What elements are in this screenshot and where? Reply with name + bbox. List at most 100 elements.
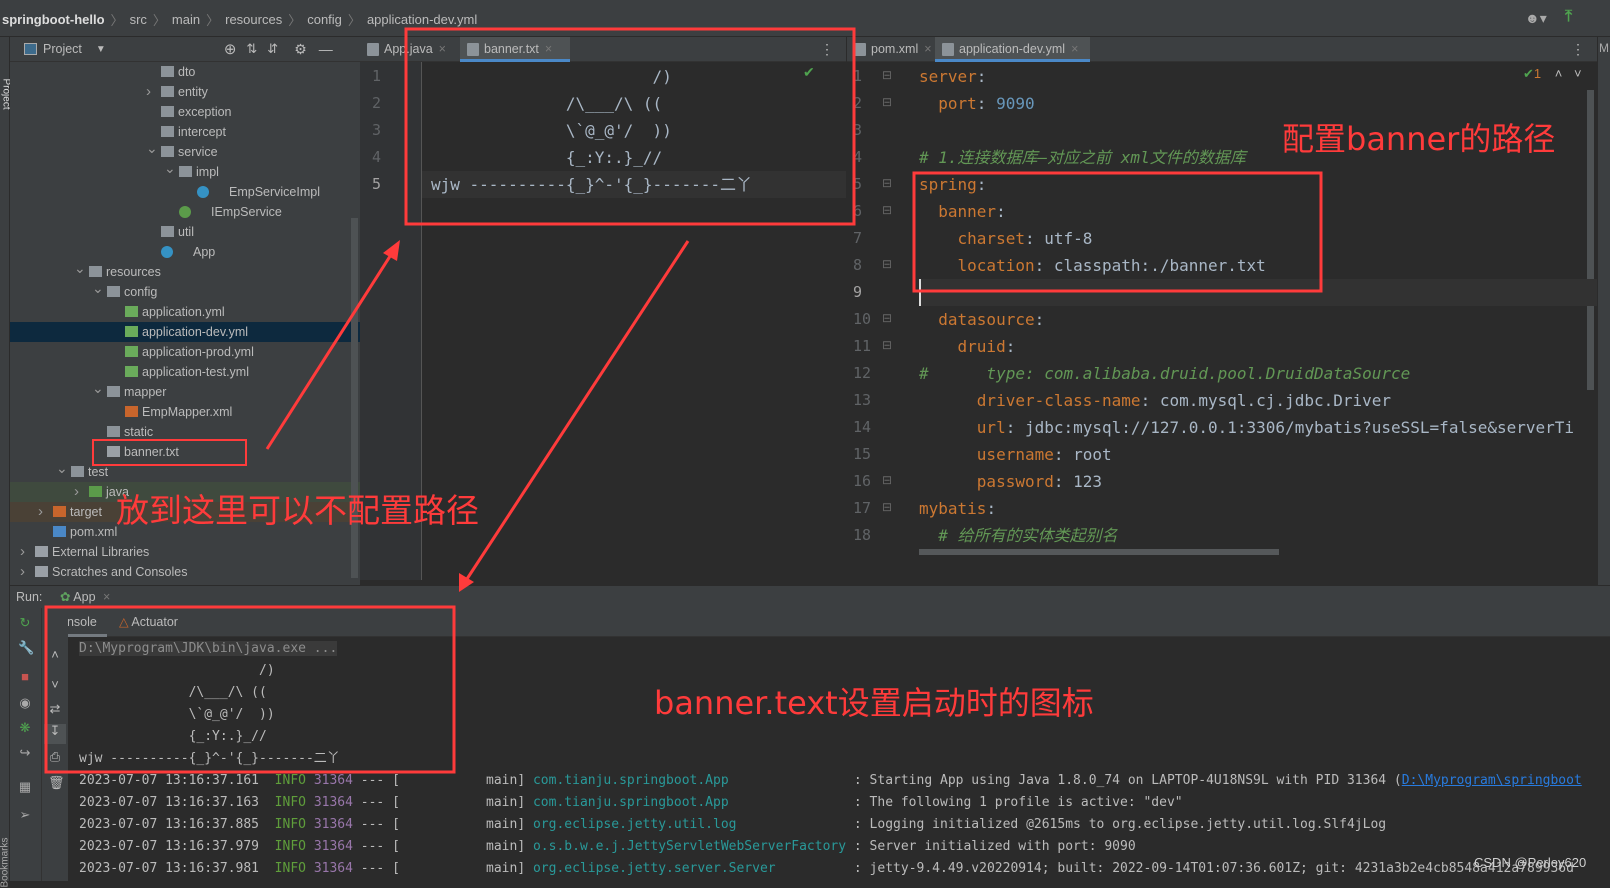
yaml-token: charset xyxy=(919,229,1025,248)
soft-wrap-icon[interactable]: ⇄ xyxy=(48,702,62,716)
fold-marker-icon[interactable]: ⊟ xyxy=(882,311,892,325)
yaml-token: : com.mysql.cj.jdbc.Driver xyxy=(1140,391,1392,410)
stop-icon[interactable]: ■ xyxy=(18,670,32,684)
exit-icon[interactable]: ↪ xyxy=(18,746,32,760)
hide-icon[interactable]: — xyxy=(319,41,333,57)
tree-item-static[interactable]: static xyxy=(10,422,360,442)
chevron-down-icon[interactable]: ⌄ xyxy=(164,158,176,178)
line-number: 18 xyxy=(853,526,872,544)
breadcrumb-item[interactable]: config xyxy=(307,12,342,27)
log-path-link[interactable]: D:\Myprogram\springboot xyxy=(1402,773,1582,788)
user-icon[interactable]: ☻▾ xyxy=(1525,10,1547,27)
chevron-down-icon[interactable]: ⌄ xyxy=(74,258,86,278)
tree-item-external-libraries[interactable]: › External Libraries xyxy=(10,542,360,562)
tree-item-dto[interactable]: dto xyxy=(10,62,360,82)
tab-app-java[interactable]: App.java × xyxy=(360,37,460,62)
locate-icon[interactable]: ⊕ xyxy=(224,40,237,58)
scroll-to-end-icon[interactable]: ↧ xyxy=(44,724,66,744)
chevron-down-icon[interactable]: ⌄ xyxy=(92,378,104,398)
chevron-down-icon[interactable]: ⌄ xyxy=(56,458,68,478)
tree-item-test[interactable]: ⌄ test xyxy=(10,460,360,482)
run-config-tab[interactable]: ✿ App × xyxy=(60,586,110,608)
breadcrumb-item[interactable]: application-dev.yml xyxy=(367,12,477,27)
tab-label: application-dev.yml xyxy=(959,42,1066,56)
tree-item-impl[interactable]: ⌄ impl xyxy=(10,160,360,182)
close-icon[interactable]: × xyxy=(439,42,446,56)
debug-icon[interactable]: ❋ xyxy=(18,721,32,735)
fold-marker-icon[interactable]: ⊟ xyxy=(882,500,892,514)
rerun-icon[interactable]: ↻ xyxy=(18,616,32,630)
fold-marker-icon[interactable]: ⊟ xyxy=(882,176,892,190)
trash-icon[interactable]: 🗑 xyxy=(48,776,65,790)
fold-marker-icon[interactable]: ⊟ xyxy=(882,203,892,217)
tree-item-application-yml[interactable]: application.yml xyxy=(10,302,360,322)
close-icon[interactable]: × xyxy=(103,590,110,604)
down-icon[interactable]: ˅ xyxy=(48,678,62,692)
bookmarks-tool-button[interactable]: Bookmarks xyxy=(0,828,11,887)
console-output[interactable]: D:\Myprogram\JDK\bin\java.exe ... /) /\_… xyxy=(68,637,1610,881)
close-icon[interactable]: × xyxy=(924,42,931,56)
more-tabs-icon[interactable]: ⋮ xyxy=(1571,41,1585,58)
tree-item-intercept[interactable]: intercept xyxy=(10,122,360,142)
breadcrumb-item[interactable]: resources xyxy=(225,12,282,27)
project-view-selector[interactable]: Project xyxy=(43,42,82,56)
chevron-down-icon[interactable]: ⌄ xyxy=(92,278,104,298)
gear-icon[interactable]: ⚙ xyxy=(294,41,307,58)
chevron-down-icon[interactable]: ⌄ xyxy=(146,138,158,158)
wrench-icon[interactable]: 🔧 xyxy=(18,641,34,655)
fold-marker-icon[interactable]: ⊟ xyxy=(882,257,892,271)
up-icon[interactable]: ˄ xyxy=(48,648,62,662)
chevron-down-icon[interactable]: ▼ xyxy=(96,44,106,55)
class-icon xyxy=(197,186,209,198)
tree-item-application-prod-yml[interactable]: application-prod.yml xyxy=(10,342,360,362)
build-hammer-icon[interactable]: ⤒ xyxy=(1565,8,1572,26)
chevron-right-icon[interactable]: › xyxy=(146,82,151,102)
chevron-right-icon[interactable]: › xyxy=(20,562,25,582)
tree-item-application-dev-yml[interactable]: application-dev.yml xyxy=(10,322,360,342)
pin-icon[interactable]: ➢ xyxy=(18,808,32,822)
spring-yml-icon xyxy=(125,326,138,337)
tree-item-service[interactable]: ⌄ service xyxy=(10,140,360,162)
tree-item-app[interactable]: App xyxy=(10,242,360,262)
tab-banner-txt[interactable]: banner.txt × xyxy=(460,37,570,62)
tree-item-mapper[interactable]: ⌄ mapper xyxy=(10,380,360,402)
print-icon[interactable]: ⎙ xyxy=(48,750,62,764)
more-tabs-icon[interactable]: ⋮ xyxy=(820,41,834,58)
fold-marker-icon[interactable]: ⊟ xyxy=(882,473,892,487)
tree-item-util[interactable]: util xyxy=(10,222,360,242)
maven-tool-button[interactable]: M xyxy=(1599,41,1609,55)
tab-application-dev-yml[interactable]: application-dev.yml × xyxy=(935,37,1090,62)
tree-item-exception[interactable]: exception xyxy=(10,102,360,122)
tree-item-config[interactable]: ⌄ config xyxy=(10,280,360,302)
tree-item-resources[interactable]: ⌄ resources xyxy=(10,260,360,282)
breadcrumb-item[interactable]: main xyxy=(172,12,200,27)
tab-actuator[interactable]: △ Actuator xyxy=(119,608,178,637)
editor-line: datasource: xyxy=(919,306,1597,333)
tree-item-entity[interactable]: › entity xyxy=(10,82,360,102)
fold-marker-icon[interactable]: ⊟ xyxy=(882,68,892,82)
chevron-right-icon[interactable]: › xyxy=(38,502,43,522)
layout-icon[interactable]: ▦ xyxy=(18,780,32,794)
camera-icon[interactable]: ◉ xyxy=(18,696,32,710)
editor-line: port: 9090 xyxy=(919,90,1597,117)
breadcrumb-item[interactable]: src xyxy=(130,12,147,27)
editor-line: spring: xyxy=(919,171,1597,198)
log-message: Server initialized with port: 9090 xyxy=(869,839,1136,854)
horizontal-scrollbar[interactable] xyxy=(919,549,1279,555)
breadcrumb-item[interactable]: springboot-hello xyxy=(2,12,105,27)
tree-item-application-test-yml[interactable]: application-test.yml xyxy=(10,362,360,382)
chevron-right-icon[interactable]: › xyxy=(20,542,25,562)
chevron-right-icon[interactable]: › xyxy=(74,482,79,502)
log-thread: --- [ main] xyxy=(360,817,526,832)
tab-pom-xml[interactable]: pom.xml × xyxy=(847,37,935,62)
tree-item-empserviceimpl[interactable]: EmpServiceImpl xyxy=(10,182,360,202)
collapse-all-icon[interactable]: ⇵ xyxy=(267,41,278,57)
close-icon[interactable]: × xyxy=(545,42,552,56)
expand-all-icon[interactable]: ⇅ xyxy=(246,41,257,57)
fold-marker-icon[interactable]: ⊟ xyxy=(882,95,892,109)
close-icon[interactable]: × xyxy=(1071,42,1078,56)
tree-item-scratches-and-consoles[interactable]: › Scratches and Consoles xyxy=(10,562,360,582)
fold-marker-icon[interactable]: ⊟ xyxy=(882,338,892,352)
tree-item-empmapper-xml[interactable]: EmpMapper.xml xyxy=(10,402,360,422)
tree-item-iempservice[interactable]: IEmpService xyxy=(10,202,360,222)
